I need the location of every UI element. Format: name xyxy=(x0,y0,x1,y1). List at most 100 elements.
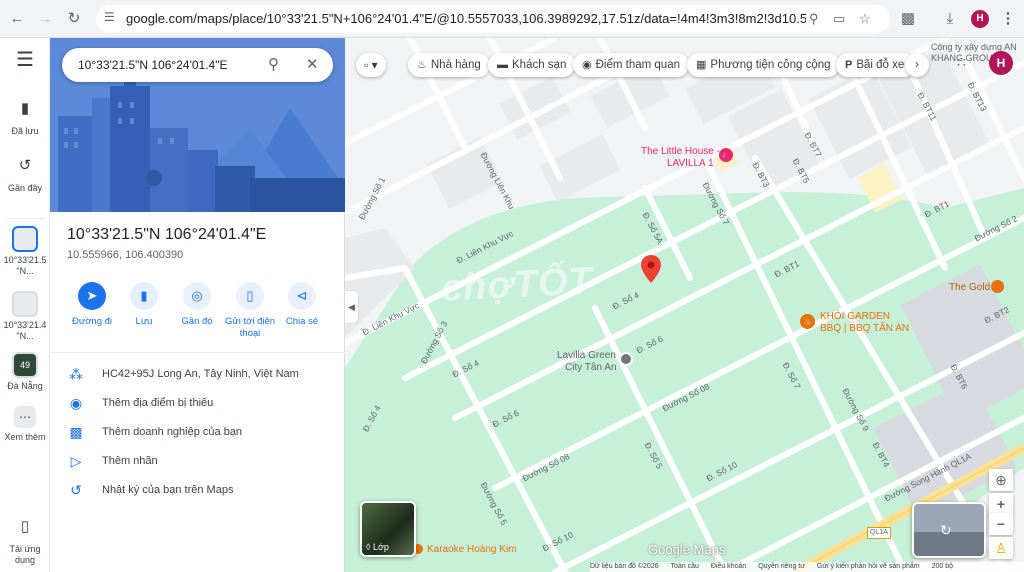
search-box[interactable]: 10°33'21.5"N 106°24'01.4"E ⚲ ✕ xyxy=(62,48,333,82)
the-gold-pin-icon[interactable] xyxy=(991,280,1004,293)
place-thumbnail xyxy=(12,291,38,317)
menu-kebab-icon[interactable]: ⋮ xyxy=(998,9,1018,29)
add-business-row[interactable]: ▩ Thêm doanh nghiệp của bạn xyxy=(50,420,345,446)
reload-icon[interactable]: ↻ xyxy=(64,9,84,29)
maps-history-row[interactable]: ↺ Nhật ký của bạn trên Maps xyxy=(50,478,345,504)
profile-avatar[interactable]: H xyxy=(971,10,989,28)
map-canvas[interactable]: chợTỐT ▫ ▾ ♨ Nhà hàng ▬ Khách sạn ◉ Điểm th… xyxy=(345,38,1024,572)
place-decimal-coords: 10.555966, 106.400390 xyxy=(67,249,184,261)
address-bar[interactable]: ☰ google.com/maps/place/10°33'21.5"N+106… xyxy=(96,5,890,33)
restaurant-icon: ♨ xyxy=(417,59,427,71)
place-title: 10°33'21.5"N 106°24'01.4"E xyxy=(67,226,267,243)
khoi-garden-pin-icon[interactable]: ♨ xyxy=(800,314,815,329)
chip-parking[interactable]: P Bãi đỗ xe xyxy=(836,53,916,77)
chip-restaurants[interactable]: ♨ Nhà hàng xyxy=(408,53,490,77)
little-house-label[interactable]: The Little House - xyxy=(641,146,720,157)
khoi-garden-label[interactable]: KHÓI GARDEN xyxy=(820,311,890,322)
zoom-icon[interactable]: ⚲ xyxy=(809,11,819,27)
karaoke-label[interactable]: Karaoke Hoàng Kim xyxy=(427,544,517,555)
lavilla-green-pin-icon[interactable] xyxy=(619,352,633,366)
search-input[interactable]: 10°33'21.5"N 106°24'01.4"E xyxy=(78,58,227,72)
rail-saved[interactable]: ▮ Đã lưu xyxy=(0,96,50,137)
rail-recent[interactable]: ↺ Gần đây xyxy=(0,153,50,194)
hamburger-menu-icon[interactable]: ☰ xyxy=(0,50,50,70)
collapse-panel-button[interactable]: ◀ xyxy=(345,290,359,324)
add-label-row[interactable]: ▷ Thêm nhãn xyxy=(50,449,345,475)
little-house-pin-icon[interactable]: ♩ xyxy=(719,148,733,162)
rail-recent-place-1[interactable]: 10°33'21.5 "N... xyxy=(0,226,50,277)
apps-grid-icon[interactable]: ∷ xyxy=(957,54,977,74)
nearby-icon: ◎ xyxy=(183,282,211,310)
chip-parking-label: Bãi đỗ xe xyxy=(856,59,905,71)
footer-scale[interactable]: 200 bộ xyxy=(932,563,953,570)
layers-text: Lớp xyxy=(372,542,389,552)
rail-danang[interactable]: 49 Đà Nẵng xyxy=(0,352,50,392)
left-rail: ☰ ▮ Đã lưu ↺ Gần đây 10°33'21.5 "N... 10… xyxy=(0,38,50,572)
footer-privacy[interactable]: Quyền riêng tư xyxy=(758,563,805,570)
plus-icon: + xyxy=(996,496,1006,512)
chip-hotels-label: Khách sạn xyxy=(512,59,567,71)
lavilla-green-label[interactable]: Lavilla Green xyxy=(557,350,616,361)
lavilla-green-label-2[interactable]: City Tân An xyxy=(565,362,617,373)
site-info-icon[interactable]: ☰ xyxy=(104,10,115,24)
url-text[interactable]: google.com/maps/place/10°33'21.5"N+106°2… xyxy=(126,11,806,26)
layers-button[interactable]: ◊ Lớp xyxy=(360,501,416,557)
little-house-label-2[interactable]: LAVILLA 1 xyxy=(667,158,714,169)
directions-icon: ➤ xyxy=(78,282,106,310)
chotot-watermark: chợTỐT xyxy=(439,260,594,310)
more-dots-icon: ⋯ xyxy=(14,406,36,428)
chip-transit[interactable]: ▦ Phương tiện công cộng xyxy=(687,53,840,77)
bookmark-icon: ▮ xyxy=(130,282,158,310)
layers-label: ◊ Lớp xyxy=(366,542,389,552)
place-thumbnail xyxy=(12,226,38,252)
extensions-icon[interactable]: ▩ xyxy=(898,9,918,29)
plus-code-icon: ⁂ xyxy=(69,366,83,382)
my-location-button[interactable]: ⊕ xyxy=(989,469,1013,491)
bookmark-star-icon[interactable]: ☆ xyxy=(859,11,871,27)
rail-more[interactable]: ⋯ Xem thêm xyxy=(0,406,50,443)
forward-arrow-icon[interactable]: → xyxy=(35,9,55,29)
rail-recent-place-1-label: 10°33'21.5 "N... xyxy=(3,255,47,276)
add-missing-place-row[interactable]: ◉ Thêm địa điểm bị thiếu xyxy=(50,391,345,417)
khoi-garden-label-2[interactable]: BBQ | BBQ TÂN AN xyxy=(820,323,909,334)
save-button[interactable]: ▮ Lưu xyxy=(114,282,174,328)
dropped-pin-icon[interactable] xyxy=(641,255,661,283)
maps-profile-avatar[interactable]: H xyxy=(989,51,1013,75)
directions-button[interactable]: ➤ Đường đi xyxy=(62,282,122,328)
close-icon[interactable]: ✕ xyxy=(306,55,319,73)
rail-recent-place-2[interactable]: 10°33'21.4 "N... xyxy=(0,291,50,342)
chip-restaurants-label: Nhà hàng xyxy=(430,59,481,71)
zoom-in-button[interactable]: + xyxy=(989,493,1013,515)
download-icon[interactable]: ⤓ xyxy=(940,9,960,29)
browser-toolbar: ← → ↻ ☰ google.com/maps/place/10°33'21.5… xyxy=(0,0,1024,38)
pegman-button[interactable]: ♙ xyxy=(989,537,1013,559)
directions-label: Đường đi xyxy=(71,316,113,327)
share-label: Chia sẻ xyxy=(285,316,319,327)
search-icon[interactable]: ⚲ xyxy=(268,55,279,73)
nearby-button[interactable]: ◎ Gần đó xyxy=(167,282,227,328)
layer-toggle-chip[interactable]: ▫ ▾ xyxy=(356,53,386,77)
rail-saved-label: Đã lưu xyxy=(11,126,39,136)
plus-code-text: HC42+95J Long An, Tây Ninh, Việt Nam xyxy=(102,368,299,380)
footer-global[interactable]: Toàn cầu xyxy=(670,563,698,570)
footer-terms[interactable]: Điều khoản xyxy=(711,563,746,570)
label-icon: ▷ xyxy=(70,453,82,469)
back-arrow-icon[interactable]: ← xyxy=(7,9,27,29)
place-panel: 10°33'21.5"N 106°24'01.4"E ⚲ ✕ 10°33'21.… xyxy=(50,38,345,572)
plus-code-row[interactable]: ⁂ HC42+95J Long An, Tây Ninh, Việt Nam xyxy=(50,362,345,388)
install-app-icon[interactable]: ▭ xyxy=(833,11,845,27)
share-icon: ⊲ xyxy=(288,282,316,310)
highway-shield: QL1A xyxy=(867,527,891,539)
the-gold-label[interactable]: The Gold xyxy=(949,282,990,293)
chip-attractions[interactable]: ◉ Điểm tham quan xyxy=(573,53,689,77)
pegman-icon: ♙ xyxy=(994,540,1008,556)
footer-feedback[interactable]: Gửi ý kiến phản hồi về sản phẩm xyxy=(817,563,920,570)
rail-download-app[interactable]: ▯ Tải ứng dụng xyxy=(0,514,50,566)
zoom-out-button[interactable]: − xyxy=(989,513,1013,535)
chip-hotels[interactable]: ▬ Khách sạn xyxy=(488,53,576,77)
send-to-phone-button[interactable]: ▯ Gửi tới điện thoại xyxy=(220,282,280,340)
street-view-thumbnail[interactable]: ↻ xyxy=(912,502,986,558)
parking-icon: P xyxy=(845,59,853,71)
chips-scroll-right[interactable]: › xyxy=(905,53,929,77)
share-button[interactable]: ⊲ Chia sẻ xyxy=(272,282,332,328)
